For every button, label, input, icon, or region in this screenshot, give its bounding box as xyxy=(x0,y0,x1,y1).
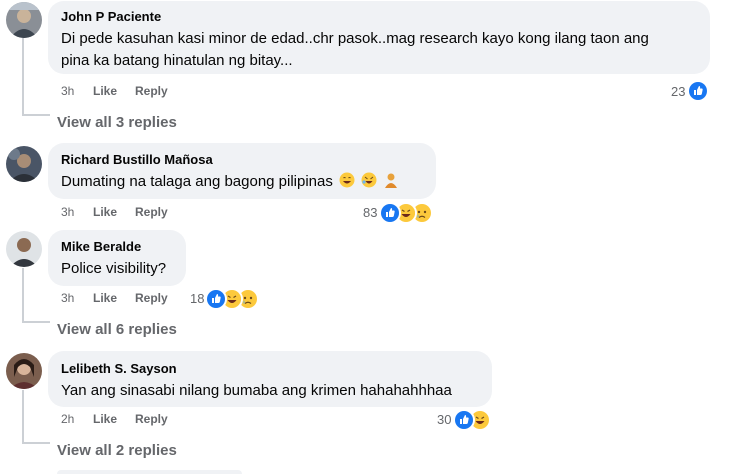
thread-connector xyxy=(22,442,50,444)
comment-text: Dumating na talaga ang bagong pilipinas xyxy=(61,171,399,193)
comment-time[interactable]: 2h xyxy=(61,412,74,426)
reaction-count[interactable]: 30 xyxy=(437,412,451,427)
commenter-name[interactable]: John P Paciente xyxy=(61,9,161,24)
view-replies-link[interactable]: View all 6 replies xyxy=(57,321,177,338)
rofl-emoji-icon xyxy=(361,172,377,188)
reply-button[interactable]: Reply xyxy=(135,412,168,426)
comment-text-content: Dumating na talaga ang bagong pilipinas xyxy=(61,173,333,190)
reply-button[interactable]: Reply xyxy=(135,84,168,98)
comment-text: Yan ang sinasabi nilang bumaba ang krime… xyxy=(61,382,452,399)
reply-preview-edge xyxy=(57,470,242,474)
thread-connector xyxy=(22,390,24,444)
reaction-count[interactable]: 23 xyxy=(671,84,685,99)
like-reaction-icon xyxy=(205,288,227,310)
like-reaction-icon xyxy=(687,80,709,102)
thinking-person-emoji-icon xyxy=(385,173,398,188)
reply-button[interactable]: Reply xyxy=(135,205,168,219)
reaction-count[interactable]: 83 xyxy=(363,205,377,220)
avatar[interactable] xyxy=(6,2,42,38)
comment-text: Police visibility? xyxy=(61,260,167,277)
avatar[interactable] xyxy=(6,231,42,267)
view-replies-link[interactable]: View all 2 replies xyxy=(57,442,177,459)
comment-time[interactable]: 3h xyxy=(61,205,74,219)
reply-button[interactable]: Reply xyxy=(135,291,168,305)
commenter-name[interactable]: Richard Bustillo Mañosa xyxy=(61,152,213,167)
like-button[interactable]: Like xyxy=(93,84,117,98)
comment-text: Di pede kasuhan kasi minor de edad..chr … xyxy=(61,30,649,47)
like-button[interactable]: Like xyxy=(93,205,117,219)
comment-time[interactable]: 3h xyxy=(61,84,74,98)
like-button[interactable]: Like xyxy=(93,412,117,426)
laugh-emoji-icon xyxy=(339,172,355,188)
commenter-name[interactable]: Mike Beralde xyxy=(61,239,141,254)
view-replies-link[interactable]: View all 3 replies xyxy=(57,114,177,131)
thread-connector xyxy=(22,114,50,116)
thread-connector xyxy=(22,268,24,323)
avatar[interactable] xyxy=(6,146,42,182)
comment-text: pina ka batang hinatulan ng bitay... xyxy=(61,52,293,69)
reaction-count[interactable]: 18 xyxy=(190,291,204,306)
thread-connector xyxy=(22,38,24,116)
commenter-name[interactable]: Lelibeth S. Sayson xyxy=(61,361,177,376)
like-reaction-icon xyxy=(453,409,475,431)
thread-connector xyxy=(22,321,50,323)
comment-time[interactable]: 3h xyxy=(61,291,74,305)
like-reaction-icon xyxy=(379,202,401,224)
avatar[interactable] xyxy=(6,353,42,389)
like-button[interactable]: Like xyxy=(93,291,117,305)
